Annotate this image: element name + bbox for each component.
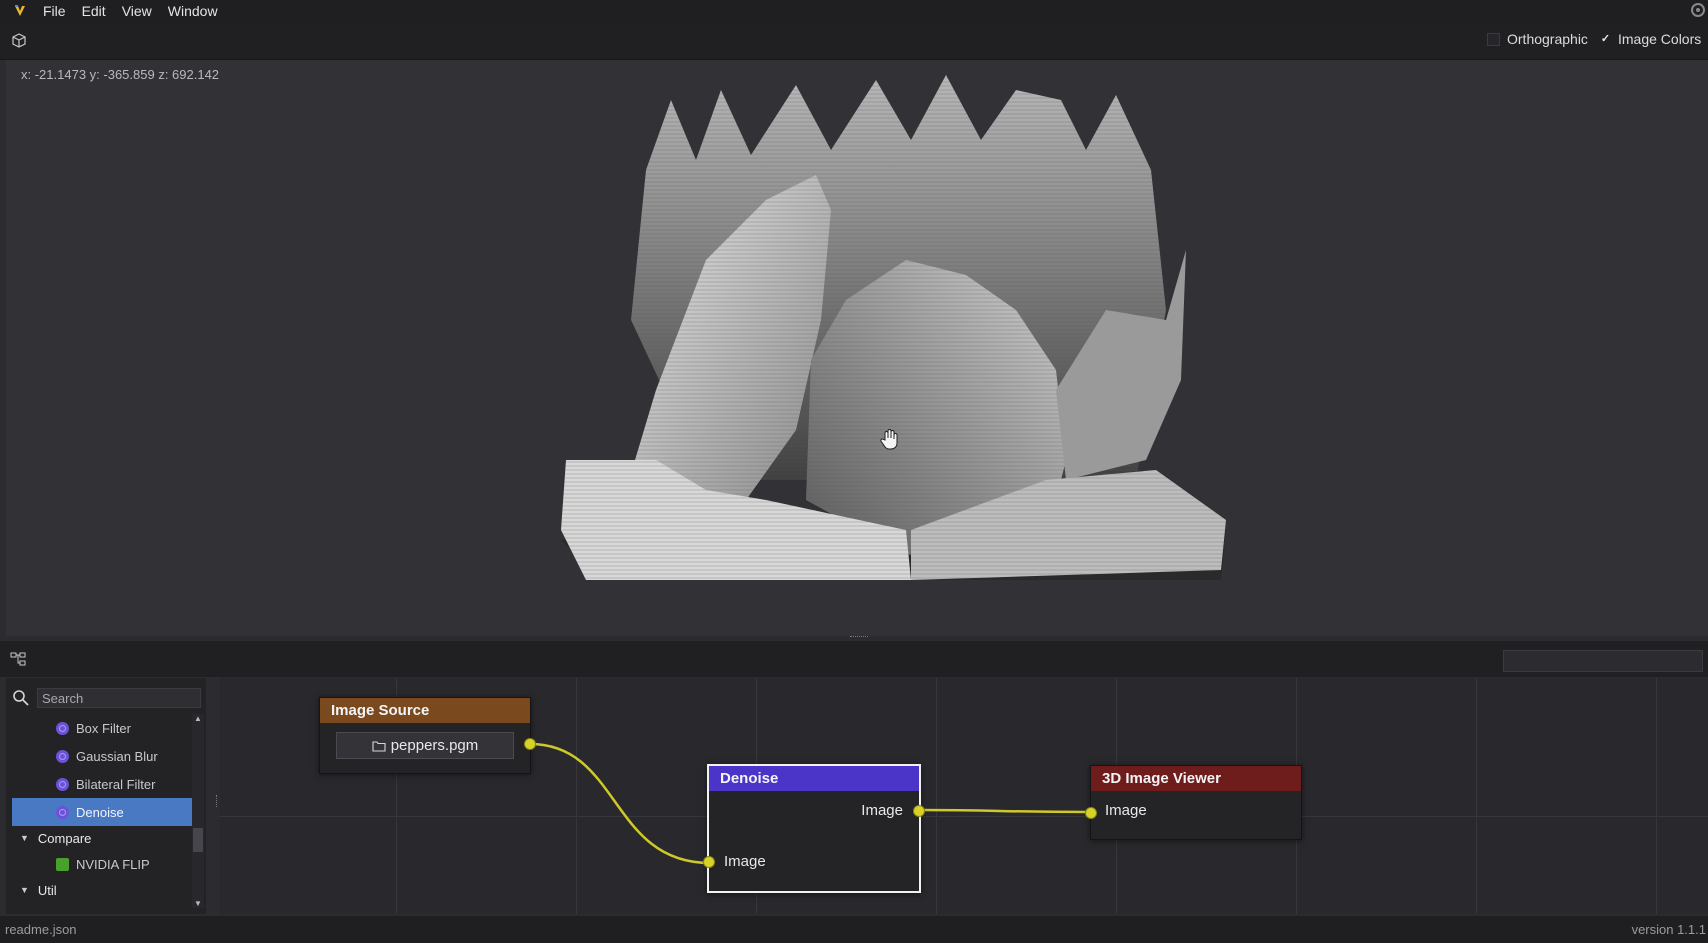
- expand-triangle-icon: ▼: [20, 833, 29, 843]
- image-colors-option[interactable]: ✓ Image Colors: [1600, 31, 1701, 47]
- menu-window[interactable]: Window: [160, 3, 226, 19]
- search-icon: [13, 690, 29, 706]
- tree-category-label: Util: [37, 882, 57, 898]
- 3d-height-map: [561, 75, 1226, 580]
- menu-view[interactable]: View: [114, 3, 160, 19]
- tree-item-box-filter[interactable]: Box Filter: [12, 714, 192, 742]
- app-logo-icon: [15, 5, 25, 16]
- window-settings-icon[interactable]: [1690, 2, 1706, 18]
- tree-item-label: NVIDIA FLIP: [76, 856, 150, 872]
- wire-source-to-denoise: [529, 742, 711, 865]
- tree-item-label: Gaussian Blur: [76, 748, 158, 764]
- node-tree: Box Filter Gaussian Blur Bilateral Filte…: [12, 714, 192, 908]
- orthographic-label: Orthographic: [1507, 31, 1588, 47]
- file-picker-button[interactable]: peppers.pgm: [336, 732, 514, 759]
- tree-item-denoise[interactable]: Denoise: [12, 798, 192, 826]
- node-filter-icon: [56, 805, 69, 819]
- output-port-label: Image: [861, 802, 903, 819]
- node-header: Denoise: [709, 766, 919, 791]
- nvidia-flip-icon: [56, 857, 69, 871]
- node-filter-icon: [56, 749, 69, 763]
- tree-category-util[interactable]: ▼ Util: [12, 878, 192, 902]
- camera-coordinates: x: -21.1473 y: -365.859 z: 692.142: [21, 67, 220, 82]
- image-colors-checkbox[interactable]: ✓: [1600, 33, 1611, 45]
- node-canvas[interactable]: Image Source peppers.pgm Denoise Image I…: [220, 678, 1708, 914]
- tree-category-compare[interactable]: ▼ Compare: [12, 826, 192, 850]
- node-denoise[interactable]: Denoise Image Image: [703, 764, 925, 893]
- node-filter-icon: [56, 721, 69, 735]
- node-graph-icon[interactable]: [10, 651, 26, 667]
- sidebar-scrollbar[interactable]: ▲ ▼: [192, 714, 204, 908]
- menu-bar: File Edit View Window: [0, 0, 1708, 22]
- menu-file[interactable]: File: [35, 3, 74, 19]
- split-handle[interactable]: [850, 636, 868, 639]
- tree-item-gaussian-blur[interactable]: Gaussian Blur: [12, 742, 192, 770]
- node-header: Image Source: [320, 698, 530, 723]
- file-name: peppers.pgm: [390, 737, 479, 754]
- input-port[interactable]: [1085, 807, 1097, 819]
- node-image-source[interactable]: Image Source peppers.pgm: [319, 697, 536, 774]
- node-library-sidebar: Box Filter Gaussian Blur Bilateral Filte…: [6, 678, 206, 914]
- input-port-label: Image: [724, 853, 766, 870]
- 3d-viewport[interactable]: x: -21.1473 y: -365.859 z: 692.142: [6, 60, 1708, 636]
- node-editor-toolbar: [0, 641, 1708, 677]
- search-input[interactable]: [37, 688, 201, 708]
- sidebar-resize-handle[interactable]: [216, 795, 219, 807]
- orthographic-checkbox[interactable]: [1487, 32, 1500, 46]
- scroll-down-icon[interactable]: ▼: [194, 899, 202, 908]
- cube-icon[interactable]: [10, 32, 28, 50]
- tree-category-label: Compare: [37, 830, 92, 846]
- status-version: version 1.1.1: [1631, 922, 1706, 937]
- expand-triangle-icon: ▼: [20, 885, 29, 895]
- output-port[interactable]: [524, 738, 536, 750]
- menu-edit[interactable]: Edit: [74, 3, 114, 19]
- scrollbar-thumb[interactable]: [193, 828, 203, 852]
- status-bar: readme.json version 1.1.1: [0, 916, 1708, 943]
- scroll-up-icon[interactable]: ▲: [194, 714, 202, 723]
- tree-item-label: Denoise: [76, 804, 124, 820]
- node-3d-image-viewer[interactable]: 3D Image Viewer Image: [1085, 765, 1302, 840]
- node-filter-input[interactable]: [1503, 650, 1703, 672]
- node-header: 3D Image Viewer: [1091, 766, 1301, 791]
- tree-item-label: Box Filter: [76, 720, 131, 736]
- viewer-toolbar: Orthographic ✓ Image Colors: [0, 22, 1708, 60]
- orthographic-option[interactable]: Orthographic: [1487, 31, 1588, 47]
- search-row: [12, 688, 201, 708]
- output-port[interactable]: [913, 805, 925, 817]
- folder-icon: [372, 740, 386, 752]
- tree-item-label: Bilateral Filter: [76, 776, 156, 792]
- input-port[interactable]: [703, 856, 715, 868]
- wire-denoise-to-viewer: [919, 808, 1091, 814]
- tree-item-bilateral-filter[interactable]: Bilateral Filter: [12, 770, 192, 798]
- hand-cursor-icon: [880, 429, 898, 450]
- node-filter-icon: [56, 777, 69, 791]
- status-file: readme.json: [5, 922, 77, 937]
- image-colors-label: Image Colors: [1618, 31, 1702, 47]
- tree-item-nvidia-flip[interactable]: NVIDIA FLIP: [12, 850, 192, 878]
- input-port-label: Image: [1105, 802, 1147, 819]
